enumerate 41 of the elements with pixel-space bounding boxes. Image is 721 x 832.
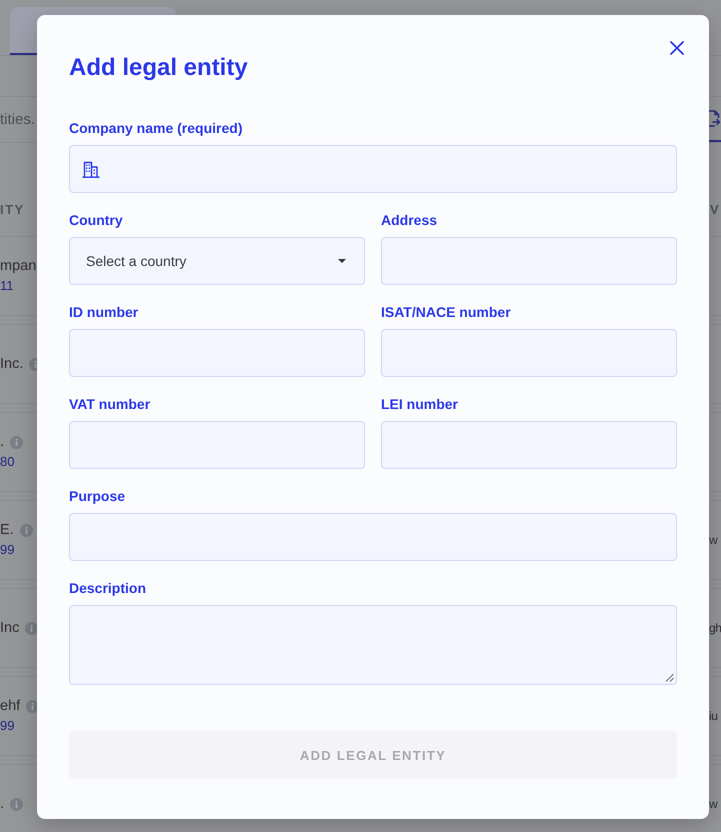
- table-cell-text: .: [0, 795, 4, 814]
- table-cell-text: Inc: [0, 619, 20, 638]
- column-header: V: [710, 201, 721, 219]
- table-cell-text: ehf: [0, 697, 20, 716]
- table-cell-text: gh: [709, 620, 721, 637]
- table-cell-text: 99: [0, 717, 16, 735]
- table-cell-text: Inc.: [0, 355, 24, 374]
- dialog-title: Add legal entity: [69, 53, 248, 83]
- text-field[interactable]: [69, 329, 365, 377]
- field-label: Company name (required): [69, 119, 242, 137]
- search-field[interactable]: tities.: [0, 97, 46, 142]
- column-header: ITY: [0, 201, 25, 219]
- dropdown[interactable]: Select a country: [69, 237, 365, 285]
- text-field[interactable]: [69, 145, 677, 193]
- table-cell-text: .: [0, 433, 4, 452]
- field-label: LEI number: [381, 395, 458, 413]
- table-cell-text: 80: [0, 453, 16, 471]
- field-label: Description: [69, 579, 146, 597]
- resize-handle-icon[interactable]: [665, 673, 674, 682]
- field-label: Purpose: [69, 487, 126, 505]
- table-cell-text: w: [709, 796, 719, 813]
- close-button[interactable]: [670, 41, 684, 55]
- text-field[interactable]: [69, 513, 677, 561]
- text-field[interactable]: [381, 329, 677, 377]
- close-icon: [670, 41, 684, 55]
- table-cell-text: iu: [709, 708, 719, 725]
- table-cell-text: 11: [0, 277, 14, 295]
- building-icon: [82, 160, 100, 178]
- caret-icon: [338, 259, 346, 263]
- table-cell-text: w: [709, 532, 719, 549]
- text-field[interactable]: [381, 421, 677, 469]
- field-label: VAT number: [69, 395, 150, 413]
- field-label: ISAT/NACE number: [381, 303, 511, 321]
- text-field[interactable]: [381, 237, 677, 285]
- field-label: Address: [381, 211, 438, 229]
- table-cell-text: 99: [0, 541, 16, 559]
- field-label: ID number: [69, 303, 138, 321]
- table-cell-text: E.: [0, 521, 14, 540]
- text-field[interactable]: [69, 421, 365, 469]
- field-label: Country: [69, 211, 123, 229]
- table-cell-text: mpan: [0, 257, 36, 276]
